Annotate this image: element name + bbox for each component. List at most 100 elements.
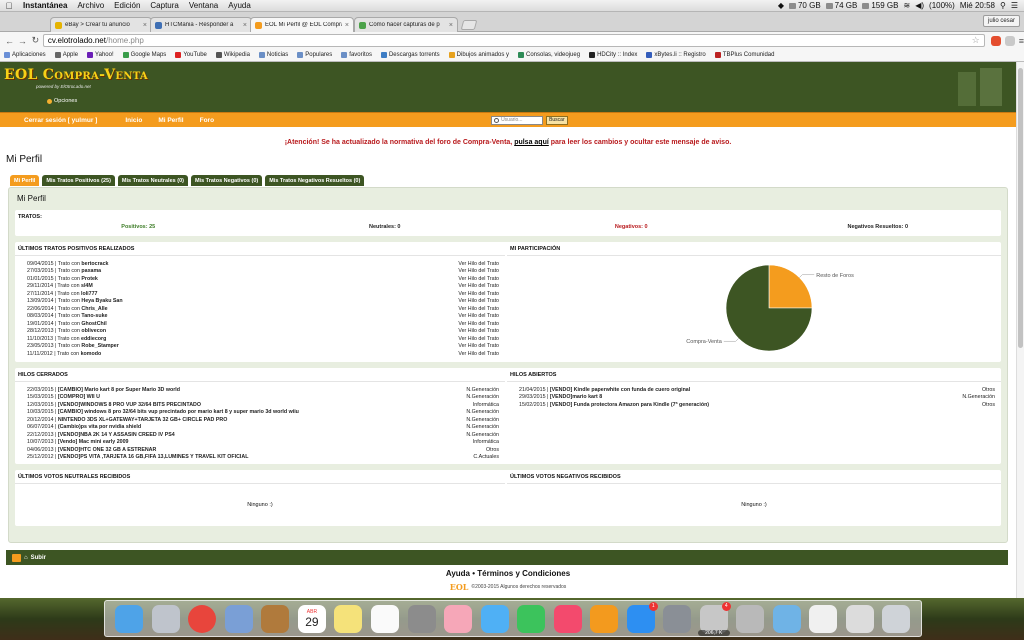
- pie-slice-resto-de-foros[interactable]: [768, 264, 813, 309]
- tab-htcmania[interactable]: HTCMania - Responder a ×: [150, 17, 252, 32]
- system-preferences-icon[interactable]: [663, 604, 692, 633]
- transmission-icon[interactable]: 4 206,7 K: [697, 601, 731, 636]
- logout-link[interactable]: Cerrar sesión [ yulmur ]: [0, 113, 117, 128]
- hilo-title-link[interactable]: [VENDO]NBA 2K 14 Y ASSASIN CREED IV PS4: [58, 432, 175, 438]
- dropbox-icon[interactable]: ◆: [778, 1, 784, 10]
- ver-hilo-link[interactable]: Ver Hilo del Trato: [458, 268, 505, 274]
- preview-icon[interactable]: [224, 604, 253, 633]
- nav-inicio[interactable]: Inicio: [117, 113, 150, 128]
- tab-tratos-positivos[interactable]: Mis Tratos Positivos (25): [42, 175, 115, 186]
- hilo-title-link[interactable]: [COMPRO] WII U: [58, 394, 100, 400]
- bookmark-item[interactable]: favoritos: [341, 52, 372, 58]
- tab-tratos-neutrales[interactable]: Mis Tratos Neutrales (0): [117, 175, 188, 186]
- nav-foro[interactable]: Foro: [192, 113, 222, 128]
- hilo-title-link[interactable]: [CAMBIO] Mario kart 8 por Super Mario 3D…: [58, 387, 180, 393]
- trash-icon[interactable]: [882, 604, 911, 633]
- trato-user[interactable]: Tano-suke: [81, 313, 107, 319]
- hilo-title-link[interactable]: [CAMBIO] windows 8 pro 32/64 bits vup pr…: [58, 409, 299, 415]
- close-tab-icon[interactable]: ×: [449, 22, 453, 29]
- battery-status[interactable]: (100%): [929, 1, 955, 10]
- positivos-count[interactable]: Positivos: 25: [15, 224, 262, 230]
- address-bar-input[interactable]: cv.elotrolado.net/home.php ☆: [42, 34, 985, 47]
- bookmark-item[interactable]: Descargas torrents: [380, 52, 440, 58]
- bookmark-item[interactable]: Yahoo!: [87, 52, 114, 58]
- search-button[interactable]: Buscar: [546, 115, 568, 125]
- bookmark-item[interactable]: YouTube: [175, 52, 207, 58]
- menu-app-name[interactable]: Instantánea: [18, 1, 72, 10]
- trato-user[interactable]: paxama: [81, 268, 101, 274]
- photos-icon[interactable]: [444, 604, 473, 633]
- finder-icon[interactable]: [115, 604, 144, 633]
- trato-user[interactable]: bertocrack: [81, 261, 108, 267]
- bookmark-item[interactable]: Populares: [297, 52, 332, 58]
- subir-bar[interactable]: ⌂ Subir: [6, 550, 1008, 565]
- chrome-menu-icon[interactable]: ≡: [1019, 36, 1024, 46]
- trato-user[interactable]: Robe_Stamper: [81, 343, 118, 349]
- close-tab-icon[interactable]: ×: [345, 22, 349, 29]
- menu-archivo[interactable]: Archivo: [72, 1, 109, 10]
- extension-icon[interactable]: [990, 35, 1001, 46]
- hilo-title-link[interactable]: (Cambio)ps vita por nvidia shield: [58, 424, 141, 430]
- ver-hilo-link[interactable]: Ver Hilo del Trato: [458, 343, 505, 349]
- page-scrollbar[interactable]: [1016, 62, 1024, 598]
- tab-tratos-negativos[interactable]: Mis Tratos Negativos (0): [190, 175, 263, 186]
- bookmark-item[interactable]: Wikipedia: [215, 52, 250, 58]
- trato-user[interactable]: sl4M: [81, 283, 93, 289]
- hilo-title-link[interactable]: [VENDO]PS VITA ,TARJETA 16 GB,FIFA 13,LU…: [58, 454, 249, 460]
- ver-hilo-link[interactable]: Ver Hilo del Trato: [458, 336, 505, 342]
- ver-hilo-link[interactable]: Ver Hilo del Trato: [458, 276, 505, 282]
- nav-mi-perfil[interactable]: Mi Perfil: [150, 113, 191, 128]
- opciones-link[interactable]: Opciones: [47, 98, 77, 104]
- app-store-icon[interactable]: 1: [626, 601, 658, 633]
- screenshot-icon[interactable]: [736, 604, 765, 633]
- bookmark-item[interactable]: xBytes.li :: Registro: [646, 52, 706, 58]
- trato-user[interactable]: komodo: [81, 351, 102, 357]
- ver-hilo-link[interactable]: Ver Hilo del Trato: [458, 283, 505, 289]
- bookmark-item[interactable]: Google Maps: [122, 52, 166, 58]
- bookmark-item[interactable]: Consolas, videojueg: [518, 52, 580, 58]
- forward-arrow-icon[interactable]: →: [17, 36, 28, 46]
- tab-negativos-resueltos[interactable]: Mis Tratos Negativos Resueltos (0): [265, 175, 365, 186]
- trato-user[interactable]: eddiecorg: [81, 336, 106, 342]
- facetime-icon[interactable]: [517, 604, 546, 633]
- new-tab-button[interactable]: [460, 20, 478, 30]
- notification-center-icon[interactable]: ☰: [1011, 1, 1018, 10]
- menu-ayuda[interactable]: Ayuda: [223, 1, 256, 10]
- tab-ebay[interactable]: eBay > Crear tu anuncio ×: [50, 17, 152, 32]
- photo-booth-icon[interactable]: [407, 604, 436, 633]
- tab-eol-active[interactable]: EOL Mi Perfil @ EOL Compra-V ×: [250, 17, 354, 32]
- trato-user[interactable]: Chris_Alle: [81, 306, 107, 312]
- resueltos-count[interactable]: Negativos Resueltos: 0: [755, 224, 1002, 230]
- tab-mi-perfil[interactable]: Mi Perfil: [10, 175, 40, 186]
- wifi-icon[interactable]: ≋: [904, 1, 911, 10]
- spotlight-icon[interactable]: ⚲: [1000, 1, 1006, 10]
- volume-icon[interactable]: ◀): [915, 1, 924, 10]
- bookmark-item[interactable]: Aplicaciones: [4, 52, 46, 58]
- ibooks-icon[interactable]: [590, 604, 619, 633]
- chrome-icon[interactable]: [188, 604, 217, 633]
- bookmark-item[interactable]: HDCity :: Index: [589, 52, 637, 58]
- folder-icon[interactable]: [772, 604, 801, 633]
- hilo-title-link[interactable]: NINTENDO 3DS XL+GATEWAY+TARJETA 32 GB+ C…: [58, 417, 227, 423]
- bookmark-star-icon[interactable]: ☆: [972, 35, 980, 46]
- close-tab-icon[interactable]: ×: [143, 22, 147, 29]
- contacts-icon[interactable]: [261, 604, 290, 633]
- hilo-title-link[interactable]: [VENDO] Funda protectora Amazon para Kin…: [550, 402, 709, 408]
- itunes-icon[interactable]: [553, 604, 582, 633]
- hilo-title-link[interactable]: [VENDO]HTC ONE 32 GB A ESTRENAR: [58, 447, 157, 453]
- clock[interactable]: Mié 20:58: [960, 1, 995, 10]
- hilo-title-link[interactable]: [VENDO]WINDOWS 8 PRO VUP 32/64 BITS PREC…: [58, 402, 201, 408]
- bookmark-item[interactable]: Dibujos animados y: [448, 52, 509, 58]
- ver-hilo-link[interactable]: Ver Hilo del Trato: [458, 321, 505, 327]
- menu-captura[interactable]: Captura: [145, 1, 183, 10]
- hilo-title-link[interactable]: [VENDO]mario kart 8: [550, 394, 602, 400]
- extension-icon[interactable]: [1004, 35, 1015, 46]
- ver-hilo-link[interactable]: Ver Hilo del Trato: [458, 298, 505, 304]
- negativos-count[interactable]: Negativos: 0: [508, 224, 755, 230]
- bookmark-item[interactable]: TBPlus Comunidad: [714, 52, 774, 58]
- trato-user[interactable]: loli777: [81, 291, 98, 297]
- ver-hilo-link[interactable]: Ver Hilo del Trato: [458, 328, 505, 334]
- trato-user[interactable]: GhostChil: [81, 321, 106, 327]
- trato-user[interactable]: oblivecon: [81, 328, 106, 334]
- ver-hilo-link[interactable]: Ver Hilo del Trato: [458, 306, 505, 312]
